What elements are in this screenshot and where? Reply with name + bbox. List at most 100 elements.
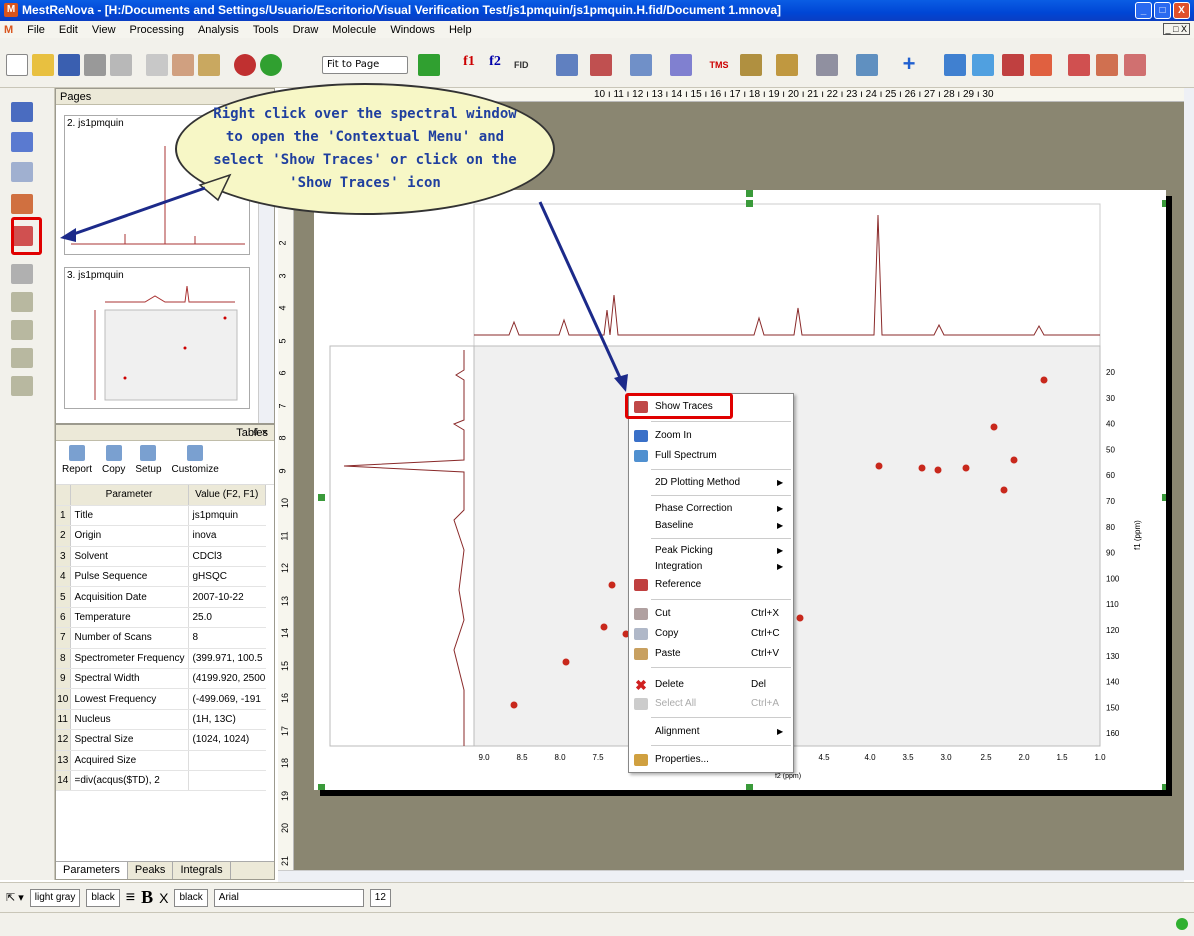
table-row[interactable]: 6 Temperature 25.0	[56, 607, 266, 629]
menu-windows[interactable]: Windows	[390, 24, 435, 36]
pan-icon[interactable]	[1030, 54, 1052, 76]
page-thumbnail-3[interactable]: 3. js1pmquin	[64, 267, 250, 409]
menu-file[interactable]: File	[27, 24, 45, 36]
paste-icon[interactable]	[198, 54, 220, 76]
redo-icon[interactable]	[260, 54, 282, 76]
overlay-trace-icon[interactable]	[11, 320, 33, 340]
value-header[interactable]: Value (F2, F1)	[188, 485, 266, 506]
menu-copy[interactable]: Copy Ctrl+C	[629, 625, 793, 643]
baseline-icon[interactable]	[590, 54, 612, 76]
copy-button[interactable]: Copy	[102, 445, 125, 480]
font-size-select[interactable]: 12	[369, 888, 391, 907]
analysis-icon[interactable]	[856, 54, 878, 76]
menu-properties[interactable]: Properties...	[629, 751, 793, 769]
menu-delete[interactable]: ✖ Delete Del	[629, 676, 793, 694]
undo-icon[interactable]	[234, 54, 256, 76]
menu-select-all[interactable]: Select All Ctrl+A	[629, 695, 793, 713]
zoom-in-icon[interactable]	[944, 54, 966, 76]
menu-tools[interactable]: Tools	[253, 24, 279, 36]
bitmap-icon[interactable]	[11, 376, 33, 396]
table-row[interactable]: 5 Acquisition Date 2007-10-22	[56, 586, 266, 608]
menu-full-spectrum[interactable]: Full Spectrum	[629, 447, 793, 465]
customize-button[interactable]: Customize	[172, 445, 219, 480]
align-icon[interactable]: ≡	[126, 889, 135, 907]
table-row[interactable]: 1 Title js1pmquin	[56, 505, 266, 527]
bold-button[interactable]: B	[141, 887, 153, 908]
mdi-controls[interactable]: _ □ X	[1162, 23, 1190, 35]
peak-delete-icon[interactable]	[1124, 54, 1146, 76]
menu-integration[interactable]: Integration ▶	[629, 558, 793, 576]
menu-zoom-in[interactable]: Zoom In	[629, 427, 793, 445]
parameter-header[interactable]: Parameter	[70, 485, 189, 506]
multiplet-icon[interactable]	[670, 54, 692, 76]
table-row[interactable]: 13 Acquired Size	[56, 750, 266, 771]
crosshair-icon[interactable]: +	[898, 53, 920, 76]
menu-edit[interactable]: Edit	[59, 24, 78, 36]
cut-icon[interactable]	[172, 54, 194, 76]
new-document-icon[interactable]	[6, 54, 28, 76]
menu-baseline[interactable]: Baseline ▶	[629, 517, 793, 535]
table-row[interactable]: 9 Spectral Width (4199.920, 2500	[56, 668, 266, 690]
table-row[interactable]: 10 Lowest Frequency (-499.069, -191	[56, 688, 266, 710]
phase-icon[interactable]	[556, 54, 578, 76]
menu-analysis[interactable]: Analysis	[198, 24, 239, 36]
menu-cut[interactable]: Cut Ctrl+X	[629, 605, 793, 623]
subscript-button[interactable]: X	[159, 890, 168, 906]
zoom-out-icon[interactable]	[972, 54, 994, 76]
table-row[interactable]: 7 Number of Scans 8	[56, 627, 266, 649]
maximize-button[interactable]: □	[1154, 2, 1171, 19]
print-icon[interactable]	[84, 54, 106, 76]
table-row[interactable]: 11 Nucleus (1H, 13C)	[56, 709, 266, 731]
f2-icon[interactable]: f2	[484, 54, 506, 76]
table-row[interactable]: 14 =div(acqus($TD), 2	[56, 770, 266, 792]
menu-phase-correction[interactable]: Phase Correction ▶	[629, 500, 793, 518]
fill-color-select[interactable]: light gray	[29, 888, 81, 907]
menu-processing[interactable]: Processing	[130, 24, 184, 36]
tms-reference-icon[interactable]: TMS	[708, 54, 730, 76]
peak-picking-icon[interactable]	[1068, 54, 1090, 76]
horizontal-scrollbar[interactable]	[278, 870, 1184, 882]
menu-view[interactable]: View	[92, 24, 116, 36]
table-row[interactable]: 2 Origin inova	[56, 525, 266, 547]
manual-peak-icon[interactable]	[1096, 54, 1118, 76]
font-select[interactable]: Arial	[213, 888, 364, 907]
grid-icon[interactable]	[11, 162, 33, 182]
menu-draw[interactable]: Draw	[293, 24, 319, 36]
line-color-select[interactable]: black	[86, 888, 120, 907]
pointer-icon[interactable]: ⇱ ▾	[6, 891, 24, 904]
setup-button[interactable]: Setup	[135, 445, 162, 480]
text-color-select[interactable]: black	[174, 888, 208, 907]
trace-shape-icon[interactable]	[11, 264, 33, 284]
copy-icon[interactable]	[146, 54, 168, 76]
fid-icon[interactable]: FID	[514, 54, 540, 76]
page-layout-icon[interactable]	[11, 132, 33, 152]
table-row[interactable]: 12 Spectral Size (1024, 1024)	[56, 729, 266, 751]
menu-molecule[interactable]: Molecule	[332, 24, 376, 36]
menu-alignment[interactable]: Alignment ▶	[629, 723, 793, 741]
f1-icon[interactable]: f1	[458, 54, 480, 76]
layout-icon[interactable]	[11, 102, 33, 122]
close-button[interactable]: X	[1173, 2, 1190, 19]
save-icon[interactable]	[58, 54, 80, 76]
menu-reference[interactable]: Reference	[629, 576, 793, 594]
play-icon[interactable]	[418, 54, 440, 76]
table-row[interactable]: 3 Solvent CDCl3	[56, 546, 266, 568]
stacked-icon[interactable]	[816, 54, 838, 76]
menu-paste[interactable]: Paste Ctrl+V	[629, 645, 793, 663]
tables-panel-controls[interactable]: ₫ ×	[253, 425, 268, 441]
integral-icon[interactable]	[776, 54, 798, 76]
table-row[interactable]: 8 Spectrometer Frequency (399.971, 100.5	[56, 648, 266, 670]
minimize-button[interactable]: _	[1135, 2, 1152, 19]
tab-parameters[interactable]: Parameters	[56, 862, 128, 879]
table-row[interactable]: 4 Pulse Sequence gHSQC	[56, 566, 266, 588]
superimpose-icon[interactable]	[11, 348, 33, 368]
tab-integrals[interactable]: Integrals	[173, 862, 231, 879]
report-button[interactable]: Report	[62, 445, 92, 480]
print-preview-icon[interactable]	[110, 54, 132, 76]
vertical-scrollbar[interactable]	[1184, 88, 1194, 880]
full-spectrum-icon[interactable]	[1002, 54, 1024, 76]
integration-icon[interactable]	[740, 54, 762, 76]
tab-peaks[interactable]: Peaks	[128, 862, 174, 879]
peak-icon[interactable]	[630, 54, 652, 76]
menu-help[interactable]: Help	[449, 24, 472, 36]
